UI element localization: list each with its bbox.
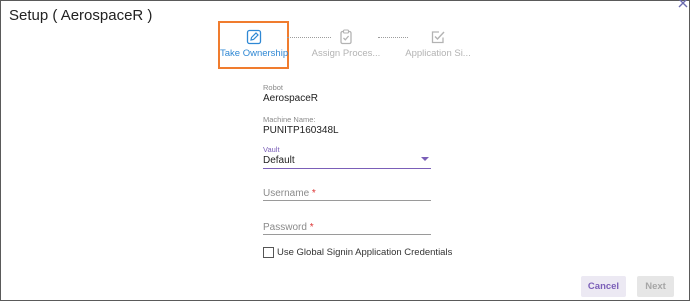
global-credentials-label[interactable]: Use Global Signin Application Credential… bbox=[277, 247, 452, 258]
step-assign-processes[interactable]: Assign Proces... bbox=[311, 19, 381, 67]
edit-pencil-icon bbox=[246, 29, 261, 45]
username-placeholder: Username bbox=[263, 188, 310, 199]
cancel-button[interactable]: Cancel bbox=[581, 276, 626, 297]
required-mark: * bbox=[309, 222, 314, 233]
step-label: Take Ownership bbox=[220, 48, 289, 59]
global-credentials-checkbox[interactable] bbox=[263, 247, 274, 258]
username-underline bbox=[263, 200, 431, 201]
setup-dialog: Setup ( AerospaceR ) Take Ownership Assi… bbox=[0, 0, 690, 301]
step-label: Application Si... bbox=[405, 48, 471, 59]
username-field[interactable]: Username * bbox=[263, 188, 316, 199]
required-mark: * bbox=[311, 188, 316, 199]
password-underline bbox=[263, 234, 431, 235]
machine-name-value: PUNITP160348L bbox=[263, 125, 339, 136]
close-icon[interactable] bbox=[677, 0, 689, 9]
vault-select[interactable]: Default bbox=[263, 155, 295, 166]
check-box-icon bbox=[431, 31, 445, 44]
next-button[interactable]: Next bbox=[637, 276, 674, 297]
step-label: Assign Proces... bbox=[311, 48, 381, 59]
step-take-ownership[interactable]: Take Ownership bbox=[218, 21, 289, 69]
robot-value: AerospaceR bbox=[263, 93, 319, 104]
vault-underline bbox=[263, 168, 431, 169]
machine-name-caption: Machine Name: bbox=[263, 115, 316, 124]
robot-caption: Robot bbox=[263, 83, 284, 92]
clipboard-check-icon bbox=[340, 29, 352, 45]
dialog-title: Setup ( AerospaceR ) bbox=[9, 7, 153, 24]
password-field[interactable]: Password * bbox=[263, 222, 314, 233]
dropdown-caret-icon[interactable] bbox=[421, 157, 429, 161]
step-application-signin[interactable]: Application Si... bbox=[403, 19, 473, 67]
vault-caption: Vault bbox=[263, 145, 280, 154]
password-placeholder: Password bbox=[263, 222, 307, 233]
